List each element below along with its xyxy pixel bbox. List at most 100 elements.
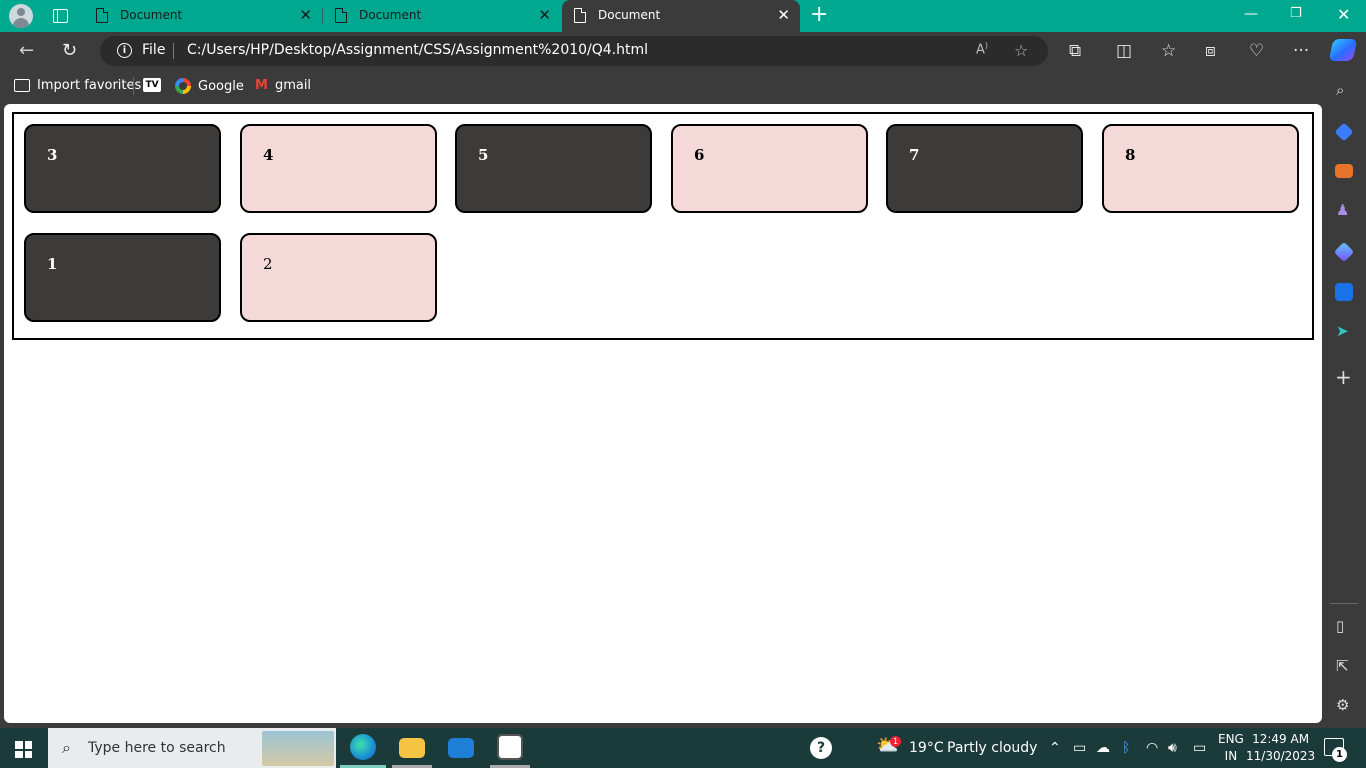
sidebar-search-icon[interactable]: ⌕ bbox=[1336, 81, 1344, 99]
meet-now-icon[interactable]: ▭ bbox=[1073, 740, 1086, 756]
document-icon bbox=[96, 8, 108, 23]
split-screen-icon[interactable]: ◫ bbox=[1116, 41, 1132, 61]
favorite-label: gmail bbox=[274, 78, 312, 93]
google-icon bbox=[175, 78, 191, 94]
favorites-separator bbox=[133, 77, 134, 95]
search-highlight-illustration bbox=[262, 731, 334, 766]
taskbar-clock[interactable]: 12:49 AM 11/30/2023 bbox=[1246, 731, 1315, 765]
close-tab-icon[interactable]: ✕ bbox=[777, 6, 790, 24]
collections-icon[interactable]: ⧈ bbox=[1205, 41, 1216, 61]
box-label: 2 bbox=[263, 255, 273, 273]
close-window-icon[interactable]: ✕ bbox=[1337, 5, 1350, 24]
hide-sidebar-icon[interactable]: ▯ bbox=[1336, 617, 1344, 635]
clock-time: 12:49 AM bbox=[1252, 732, 1310, 746]
refresh-icon[interactable]: ↻ bbox=[62, 40, 77, 61]
copilot-icon[interactable] bbox=[1328, 39, 1358, 61]
read-aloud-icon[interactable]: A) bbox=[976, 41, 988, 57]
box-label: 7 bbox=[909, 146, 920, 164]
volume-speaker-icon[interactable]: 🔊︎ bbox=[1168, 740, 1177, 756]
weather-temperature[interactable]: 19°C bbox=[909, 740, 944, 756]
notification-badge: 1 bbox=[1332, 747, 1347, 762]
box-label: 4 bbox=[263, 146, 274, 164]
favorites-bar: Import favorites TV Google M gmail bbox=[0, 70, 1366, 102]
close-tab-icon[interactable]: ✕ bbox=[299, 6, 312, 24]
tab-document-3-active[interactable]: Document ✕ bbox=[562, 0, 800, 32]
games-icon[interactable]: ♟ bbox=[1336, 201, 1349, 219]
windows-start-icon[interactable] bbox=[15, 741, 32, 758]
import-icon bbox=[14, 79, 30, 92]
address-separator bbox=[173, 43, 174, 59]
close-tab-icon[interactable]: ✕ bbox=[538, 6, 551, 24]
drop-send-icon[interactable]: ➤ bbox=[1336, 322, 1349, 340]
info-icon[interactable]: i bbox=[117, 43, 132, 58]
wifi-icon[interactable]: ◠ bbox=[1146, 740, 1158, 756]
workspaces-icon[interactable] bbox=[53, 9, 68, 23]
show-hidden-icons-chevron-up-icon[interactable]: ⌃ bbox=[1049, 740, 1061, 756]
restore-icon[interactable]: ❐ bbox=[1290, 6, 1302, 21]
pw-app-icon[interactable] bbox=[497, 734, 523, 760]
gmail-icon: M bbox=[255, 78, 268, 93]
favorite-tradingview[interactable]: TV bbox=[143, 78, 161, 92]
box-5: 5 bbox=[455, 124, 652, 213]
sidebar-divider bbox=[1330, 603, 1358, 604]
box-label: 8 bbox=[1125, 146, 1136, 164]
weather-condition[interactable]: Partly cloudy bbox=[947, 740, 1037, 756]
minimize-icon[interactable]: — bbox=[1244, 6, 1258, 22]
add-sidebar-app-icon[interactable]: + bbox=[1335, 365, 1352, 389]
extensions-icon[interactable]: ⧉ bbox=[1069, 41, 1081, 61]
file-explorer-icon[interactable] bbox=[399, 738, 425, 758]
document-icon bbox=[574, 8, 586, 23]
help-icon[interactable]: ? bbox=[810, 737, 832, 759]
page-viewport: 3 4 5 6 7 8 1 2 bbox=[4, 104, 1322, 723]
tab-title: Document bbox=[598, 8, 661, 22]
tools-briefcase-icon[interactable] bbox=[1335, 164, 1353, 178]
bluetooth-icon[interactable]: ᛒ bbox=[1122, 740, 1130, 756]
favorite-label: Google bbox=[198, 78, 244, 94]
favorite-gmail[interactable]: M gmail bbox=[255, 78, 311, 93]
edge-taskbar-icon[interactable] bbox=[350, 734, 376, 760]
tab-document-2[interactable]: Document ✕ bbox=[323, 0, 561, 32]
box-label: 5 bbox=[478, 146, 489, 164]
box-7: 7 bbox=[886, 124, 1083, 213]
box-8: 8 bbox=[1102, 124, 1299, 213]
performance-icon[interactable]: ♡ bbox=[1249, 41, 1264, 61]
clock-date: 11/30/2023 bbox=[1246, 749, 1316, 763]
scheme-label: File bbox=[142, 42, 166, 58]
tab-title: Document bbox=[359, 8, 422, 22]
open-external-icon[interactable]: ⇱ bbox=[1336, 657, 1349, 675]
favorite-google[interactable]: Google bbox=[175, 78, 244, 94]
box-label: 6 bbox=[694, 146, 705, 164]
favorites-icon[interactable]: ☆ bbox=[1161, 41, 1176, 61]
outlook-icon[interactable] bbox=[1335, 283, 1353, 301]
box-1: 1 bbox=[24, 233, 221, 322]
mail-icon[interactable] bbox=[448, 738, 474, 758]
profile-avatar-icon[interactable] bbox=[9, 4, 33, 28]
address-bar[interactable]: i File C:/Users/HP/Desktop/Assignment/CS… bbox=[100, 36, 1048, 66]
language-indicator[interactable]: ENG IN bbox=[1218, 731, 1244, 765]
onedrive-cloud-icon[interactable]: ☁ bbox=[1096, 740, 1110, 756]
flex-container: 3 4 5 6 7 8 1 2 bbox=[12, 112, 1314, 340]
favorite-import[interactable]: Import favorites bbox=[14, 78, 141, 93]
box-3: 3 bbox=[24, 124, 221, 213]
box-4: 4 bbox=[240, 124, 437, 213]
tradingview-icon: TV bbox=[143, 78, 161, 92]
url-text[interactable]: C:/Users/HP/Desktop/Assignment/CSS/Assig… bbox=[187, 42, 648, 58]
document-icon bbox=[335, 8, 347, 23]
tab-title: Document bbox=[120, 8, 183, 22]
battery-icon[interactable]: ▭ bbox=[1193, 740, 1206, 756]
box-label: 3 bbox=[47, 146, 58, 164]
language-line2: IN bbox=[1224, 749, 1238, 763]
sidebar-settings-gear-icon[interactable]: ⚙ bbox=[1336, 696, 1349, 714]
more-options-icon[interactable]: ··· bbox=[1293, 41, 1309, 61]
back-arrow-icon[interactable]: ← bbox=[19, 40, 34, 61]
search-icon: ⌕ bbox=[62, 738, 71, 757]
weather-badge: 1 bbox=[890, 736, 901, 747]
search-placeholder: Type here to search bbox=[88, 740, 226, 756]
box-6: 6 bbox=[671, 124, 868, 213]
new-tab-icon[interactable]: + bbox=[810, 3, 828, 27]
favorite-label: Import favorites bbox=[37, 78, 142, 93]
box-label: 1 bbox=[47, 255, 58, 273]
tab-document-1[interactable]: Document ✕ bbox=[84, 0, 322, 32]
language-line1: ENG bbox=[1218, 732, 1244, 746]
favorite-star-icon[interactable]: ☆ bbox=[1014, 41, 1028, 60]
